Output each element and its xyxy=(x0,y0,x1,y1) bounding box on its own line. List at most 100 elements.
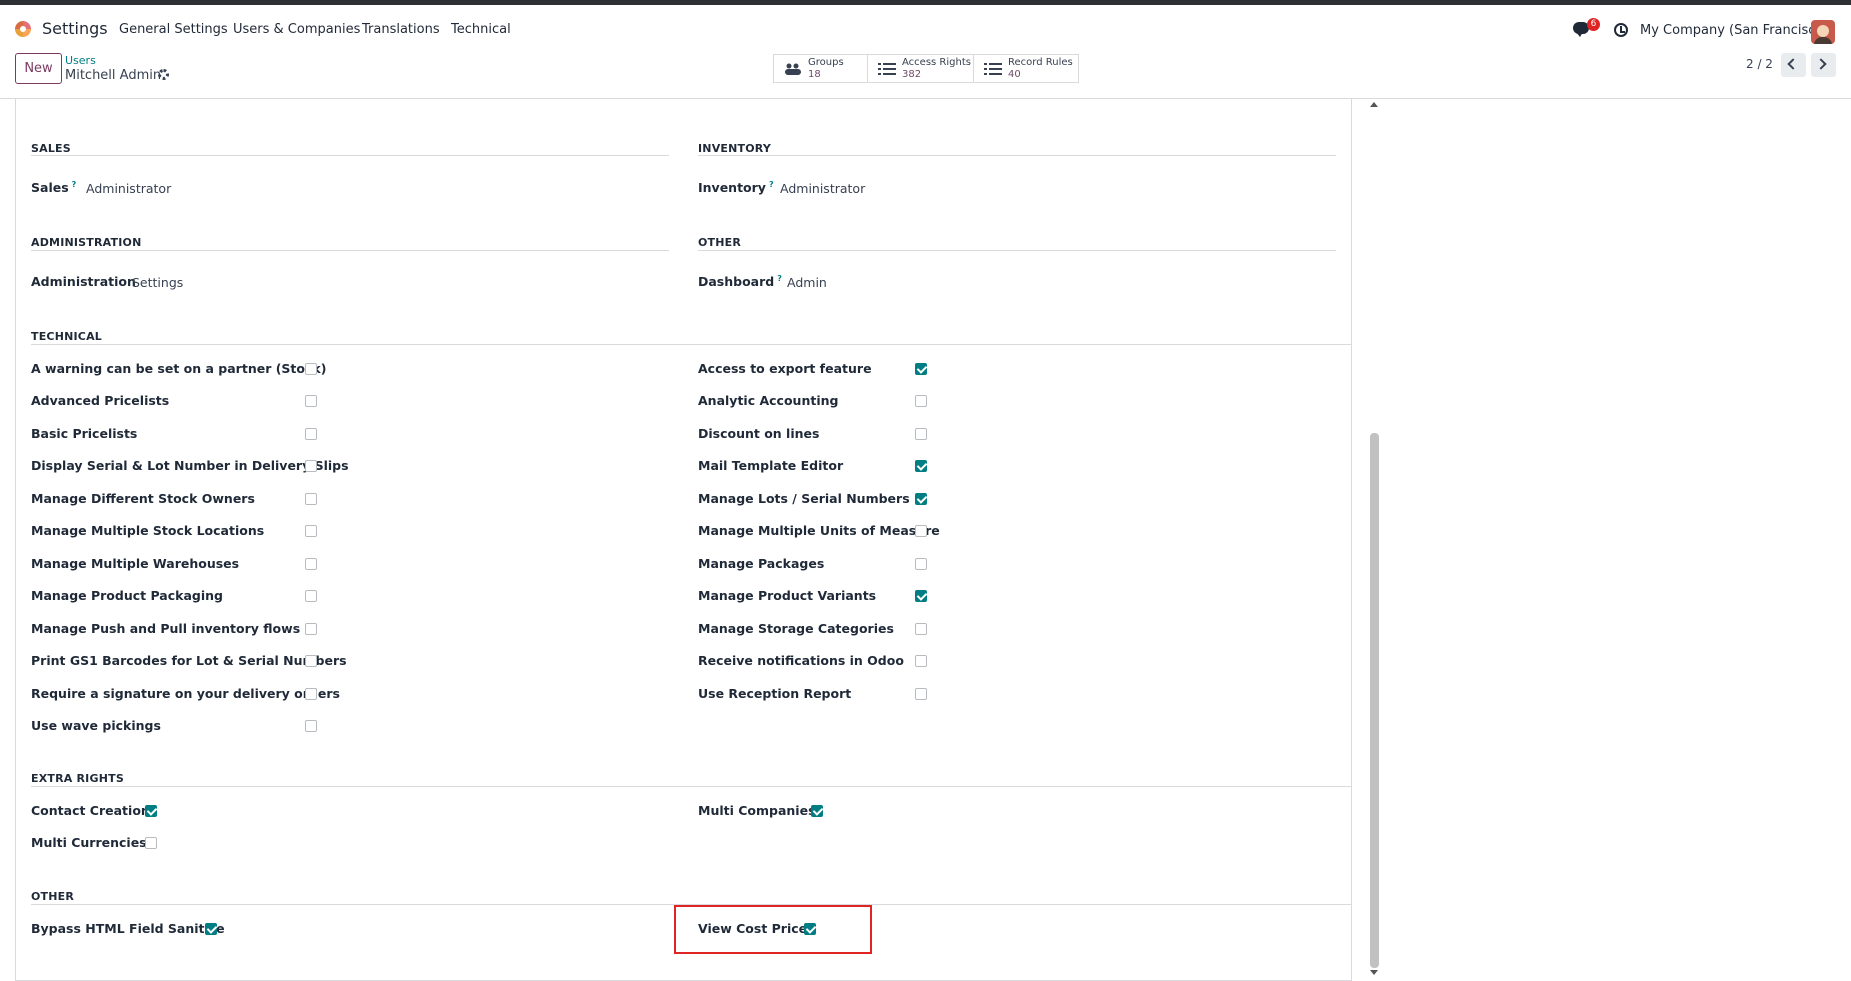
user-avatar[interactable] xyxy=(1811,20,1835,44)
checkbox-label-use-wave-pickings: Use wave pickings xyxy=(31,717,161,733)
checkbox-label-basic-pricelists: Basic Pricelists xyxy=(31,425,138,441)
divider xyxy=(31,250,669,251)
checkbox-analytic-accounting[interactable] xyxy=(915,395,927,408)
checkbox-label-manage-multiple-warehouses: Manage Multiple Warehouses xyxy=(31,555,240,571)
field-value-dashboard[interactable]: Admin xyxy=(787,275,827,290)
divider xyxy=(31,155,669,156)
checkbox-display-serial-lot-number-in-delivery-slips[interactable] xyxy=(305,460,317,473)
breadcrumb-record: Mitchell Admin xyxy=(65,68,162,83)
checkbox-manage-push-and-pull-inventory-flows[interactable] xyxy=(305,622,317,635)
field-label-administration: Administration xyxy=(31,274,136,289)
checkbox-label-manage-lots-serial-numbers: Manage Lots / Serial Numbers xyxy=(698,490,910,506)
checkbox-multi-companies[interactable] xyxy=(811,805,823,817)
checkbox-manage-multiple-units-of-measure[interactable] xyxy=(915,525,927,538)
menu-translations[interactable]: Translations xyxy=(362,22,440,37)
field-value-sales[interactable]: Administrator xyxy=(86,181,171,196)
checkbox-manage-multiple-stock-locations[interactable] xyxy=(305,525,317,538)
checkbox-label-bypass-html-field-sanitize: Bypass HTML Field Sanitize xyxy=(31,921,225,936)
checkbox-label-contact-creation: Contact Creation xyxy=(31,803,150,818)
checkbox-label-use-reception-report: Use Reception Report xyxy=(698,685,852,701)
field-label-dashboard: Dashboard? xyxy=(698,274,782,289)
checkbox-print-gs1-barcodes-for-lot-serial-numbers[interactable] xyxy=(305,655,317,668)
checkbox-access-to-export-feature[interactable] xyxy=(915,363,927,375)
checkbox-multi-currencies[interactable] xyxy=(145,837,157,850)
section-sales: SALES xyxy=(31,142,71,155)
checkbox-basic-pricelists[interactable] xyxy=(305,427,317,440)
menu-users-companies[interactable]: Users & Companies xyxy=(233,22,360,37)
divider xyxy=(31,786,1352,787)
help-tooltip-icon[interactable]: ? xyxy=(769,180,774,189)
form-sheet xyxy=(15,99,1352,981)
help-tooltip-icon[interactable]: ? xyxy=(72,180,77,189)
users-group-icon xyxy=(785,63,801,75)
scroll-down-arrow-icon[interactable] xyxy=(1370,970,1378,975)
record-rules-count: 40 xyxy=(1008,69,1021,80)
divider xyxy=(698,250,1336,251)
checkbox-a-warning-can-be-set-on-a-partner-stock[interactable] xyxy=(305,363,317,375)
checkbox-manage-storage-categories[interactable] xyxy=(915,622,927,635)
pager-next-button[interactable] xyxy=(1811,53,1836,77)
groups-smart-button[interactable]: Groups 18 xyxy=(773,54,868,83)
activity-clock-icon[interactable] xyxy=(1614,23,1628,37)
checkbox-label-manage-multiple-units-of-measure: Manage Multiple Units of Measure xyxy=(698,523,940,539)
menu-general-settings[interactable]: General Settings xyxy=(119,22,228,37)
breadcrumb-users[interactable]: Users xyxy=(65,54,96,67)
gear-icon[interactable] xyxy=(158,69,169,80)
odoo-logo-icon[interactable] xyxy=(15,21,31,37)
checkbox-label-advanced-pricelists: Advanced Pricelists xyxy=(31,393,170,409)
checkbox-discount-on-lines[interactable] xyxy=(915,427,927,440)
checkbox-manage-product-packaging[interactable] xyxy=(305,590,317,603)
checkbox-manage-multiple-warehouses[interactable] xyxy=(305,557,317,570)
checkbox-label-manage-push-and-pull-inventory-flows: Manage Push and Pull inventory flows xyxy=(31,620,301,636)
checkbox-label-manage-different-stock-owners: Manage Different Stock Owners xyxy=(31,490,255,506)
groups-count: 18 xyxy=(808,69,821,80)
checkbox-label-discount-on-lines: Discount on lines xyxy=(698,425,820,441)
checkbox-label-mail-template-editor: Mail Template Editor xyxy=(698,458,844,474)
section-other-bottom: OTHER xyxy=(31,890,75,903)
checkbox-require-a-signature-on-your-delivery-orders[interactable] xyxy=(305,687,317,700)
checkbox-bypass-html-field-sanitize[interactable] xyxy=(205,923,217,935)
scrollbar-thumb[interactable] xyxy=(1370,433,1379,968)
pager-value[interactable]: 2 / 2 xyxy=(1746,57,1773,71)
checkbox-label-access-to-export-feature: Access to export feature xyxy=(698,361,872,376)
divider xyxy=(31,344,1352,345)
access-rights-smart-button[interactable]: Access Rights 382 xyxy=(867,54,974,83)
checkbox-manage-different-stock-owners[interactable] xyxy=(305,492,317,505)
section-extra-rights: EXTRA RIGHTS xyxy=(31,772,124,785)
record-rules-label: Record Rules xyxy=(1008,57,1073,68)
section-administration: ADMINISTRATION xyxy=(31,236,142,249)
field-value-inventory[interactable]: Administrator xyxy=(780,181,865,196)
pager-previous-button[interactable] xyxy=(1781,53,1806,77)
checkbox-use-reception-report[interactable] xyxy=(915,687,927,700)
checkbox-label-require-a-signature-on-your-delivery-orders: Require a signature on your delivery ord… xyxy=(31,685,340,701)
checkbox-label-print-gs1-barcodes-for-lot-serial-numbers: Print GS1 Barcodes for Lot & Serial Numb… xyxy=(31,653,347,669)
new-button[interactable]: New xyxy=(15,53,62,84)
field-label-inventory: Inventory? xyxy=(698,180,774,195)
menu-technical[interactable]: Technical xyxy=(451,22,511,37)
field-label-sales: Sales? xyxy=(31,180,77,195)
record-rules-smart-button[interactable]: Record Rules 40 xyxy=(973,54,1079,83)
checkbox-receive-notifications-in-odoo[interactable] xyxy=(915,655,927,668)
checkbox-label-manage-packages: Manage Packages xyxy=(698,555,825,571)
main-navbar: Settings General Settings Users & Compan… xyxy=(0,5,1851,47)
checkbox-manage-product-variants[interactable] xyxy=(915,590,927,603)
divider xyxy=(698,155,1336,156)
checkbox-advanced-pricelists[interactable] xyxy=(305,395,317,408)
checkbox-label-manage-product-variants: Manage Product Variants xyxy=(698,588,877,604)
help-tooltip-icon[interactable]: ? xyxy=(777,274,782,283)
field-value-administration[interactable]: Settings xyxy=(132,275,183,290)
checkbox-use-wave-pickings[interactable] xyxy=(305,719,317,732)
checkbox-label-multi-companies: Multi Companies xyxy=(698,803,816,818)
access-rights-label: Access Rights xyxy=(902,57,971,68)
message-count-badge: 6 xyxy=(1587,18,1600,31)
checkbox-contact-creation[interactable] xyxy=(145,805,157,817)
checkbox-manage-packages[interactable] xyxy=(915,557,927,570)
app-name[interactable]: Settings xyxy=(42,19,108,38)
checkbox-mail-template-editor[interactable] xyxy=(915,460,927,473)
company-switcher[interactable]: My Company (San Francisco) xyxy=(1640,23,1828,38)
scroll-up-arrow-icon[interactable] xyxy=(1370,102,1378,107)
checkbox-label-receive-notifications-in-odoo: Receive notifications in Odoo xyxy=(698,653,904,669)
checkbox-manage-lots-serial-numbers[interactable] xyxy=(915,492,927,505)
checkbox-label-a-warning-can-be-set-on-a-partner-stock: A warning can be set on a partner (Stock… xyxy=(31,361,327,376)
checkbox-label-analytic-accounting: Analytic Accounting xyxy=(698,393,839,409)
